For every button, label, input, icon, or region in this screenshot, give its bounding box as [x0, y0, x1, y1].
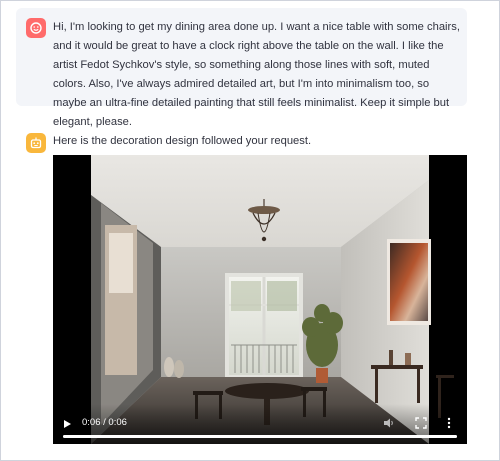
user-avatar: [26, 18, 46, 38]
user-message: Hi, I'm looking to get my dining area do…: [16, 8, 467, 128]
time-display: 0:06 / 0:06: [82, 417, 127, 428]
more-options-icon[interactable]: [446, 417, 452, 429]
video-controls: 0:06 / 0:06: [53, 404, 467, 444]
user-message-text: Hi, I'm looking to get my dining area do…: [53, 21, 460, 128]
smiley-face-icon: [30, 22, 42, 34]
chat-container: Hi, I'm looking to get my dining area do…: [0, 0, 500, 461]
progress-fill: [63, 435, 457, 438]
video-player[interactable]: 0:06 / 0:06: [53, 155, 467, 444]
play-icon[interactable]: [64, 420, 71, 428]
volume-icon[interactable]: [383, 417, 395, 429]
room-render-frame: [53, 155, 467, 444]
robot-icon: [30, 137, 42, 149]
progress-bar[interactable]: [63, 435, 457, 438]
assistant-avatar: [26, 133, 46, 153]
assistant-message-text: Here is the decoration design followed y…: [53, 135, 312, 147]
fullscreen-icon[interactable]: [415, 417, 427, 429]
